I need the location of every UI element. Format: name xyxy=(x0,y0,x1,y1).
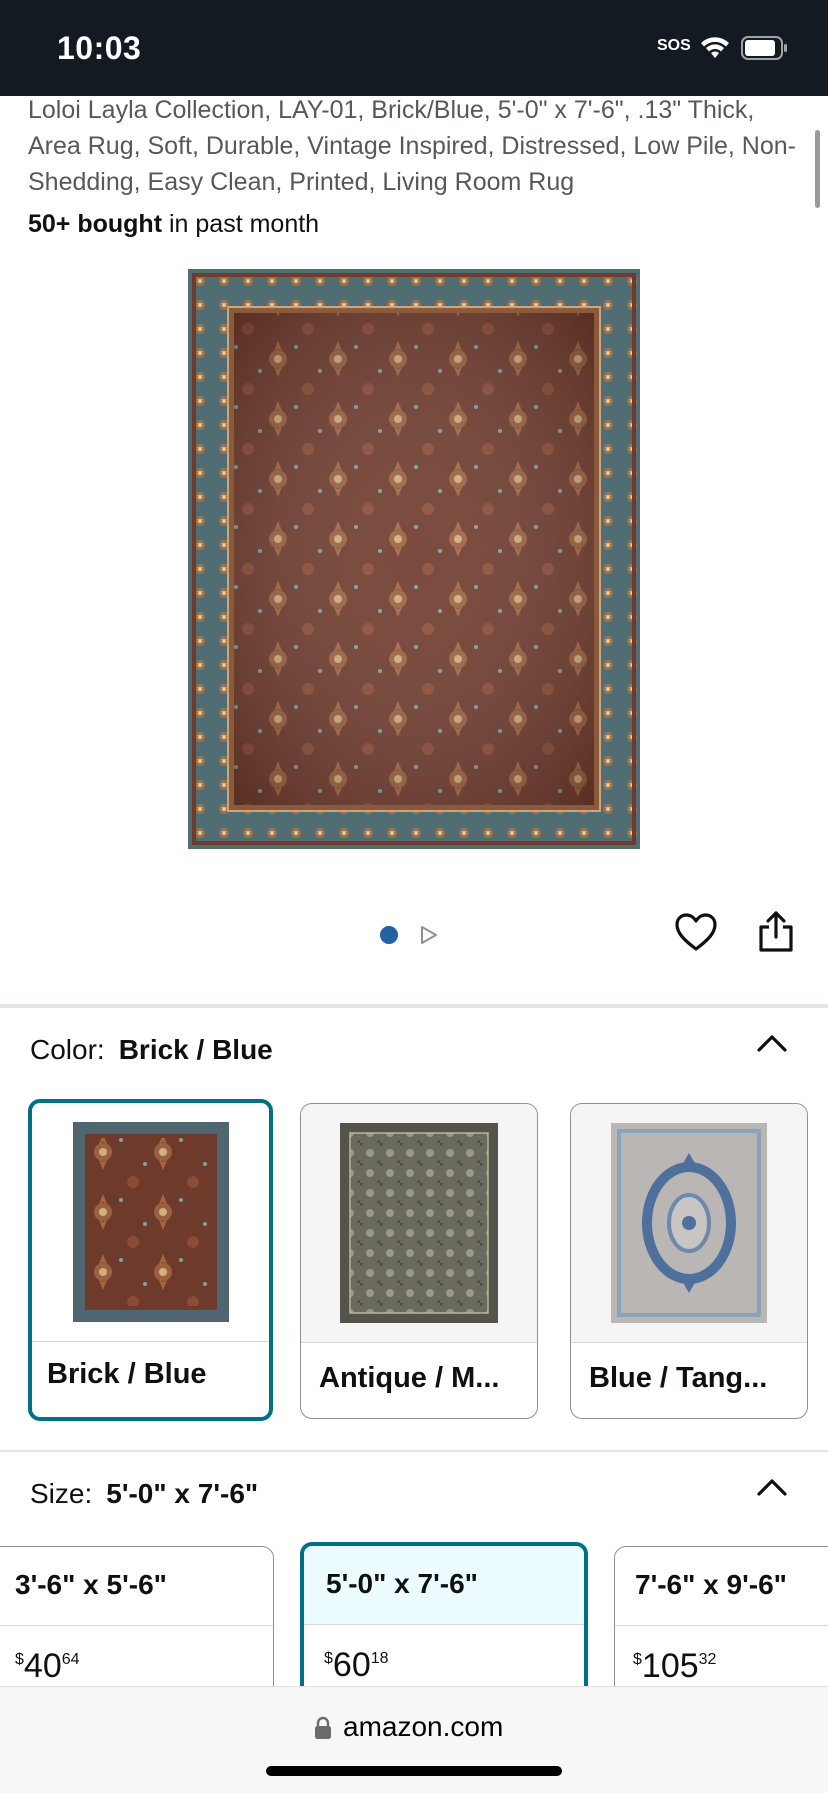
price-currency: $ xyxy=(324,1650,333,1667)
bought-count-bold: 50+ bought xyxy=(28,210,163,238)
carousel-dot-active[interactable] xyxy=(380,926,398,944)
size-option-separator xyxy=(304,1624,584,1625)
chevron-up-icon[interactable] xyxy=(756,1477,788,1502)
swatch-thumbnail xyxy=(301,1104,537,1342)
sos-indicator: SOS xyxy=(657,37,691,54)
scrollbar[interactable] xyxy=(815,130,820,208)
swatch-thumbnail xyxy=(571,1104,807,1342)
section-divider xyxy=(0,1450,828,1452)
price-fraction: 64 xyxy=(61,1651,80,1668)
size-option-separator xyxy=(615,1625,828,1626)
swatch-separator xyxy=(32,1341,269,1342)
wifi-icon xyxy=(700,36,730,65)
size-label: Size: xyxy=(30,1478,93,1509)
price-whole: 40 xyxy=(23,1647,62,1685)
chevron-up-icon[interactable] xyxy=(756,1033,788,1058)
size-option-separator xyxy=(0,1625,273,1626)
color-option-antique[interactable]: Antique / M... xyxy=(300,1103,538,1419)
swatch-separator xyxy=(301,1342,537,1343)
color-label: Color: xyxy=(30,1034,105,1065)
price-currency: $ xyxy=(633,1651,642,1668)
color-option-brick-blue[interactable]: Brick / Blue xyxy=(28,1099,273,1421)
lock-icon xyxy=(314,1716,332,1745)
product-image[interactable] xyxy=(188,269,640,849)
swatch-label: Blue / Tang... xyxy=(589,1362,768,1394)
price-whole: 60 xyxy=(332,1646,371,1684)
swatch-label: Antique / M... xyxy=(319,1362,500,1394)
video-play-icon[interactable] xyxy=(419,924,439,951)
size-selected-value: 5'-0" x 7'-6" xyxy=(106,1478,259,1509)
section-divider xyxy=(0,1004,828,1008)
status-bar: 10:03 SOS xyxy=(0,0,828,96)
swatch-separator xyxy=(571,1342,807,1343)
battery-icon xyxy=(741,36,789,65)
price-fraction: 18 xyxy=(370,1650,389,1667)
browser-address-bar[interactable]: amazon.com xyxy=(0,1686,828,1793)
price-fraction: 32 xyxy=(698,1651,717,1668)
price-whole: 105 xyxy=(641,1647,699,1685)
wishlist-heart-icon[interactable] xyxy=(674,912,718,957)
browser-url[interactable]: amazon.com xyxy=(343,1711,503,1743)
share-icon[interactable] xyxy=(758,911,794,958)
size-option-price: $4064 xyxy=(15,1647,80,1686)
status-time: 10:03 xyxy=(57,30,142,66)
color-selection-header: Color: Brick / Blue xyxy=(30,1034,273,1066)
bought-count: 50+ bought in past month xyxy=(28,210,319,239)
size-selection-header: Size: 5'-0" x 7'-6" xyxy=(30,1478,258,1510)
size-option-price: $6018 xyxy=(324,1646,389,1685)
price-currency: $ xyxy=(15,1651,24,1668)
color-option-blue-tangerine[interactable]: Blue / Tang... xyxy=(570,1103,808,1419)
home-indicator[interactable] xyxy=(266,1766,562,1776)
bought-count-rest: in past month xyxy=(162,210,320,238)
swatch-thumbnail xyxy=(32,1103,269,1341)
size-option-dimensions: 5'-0" x 7'-6" xyxy=(326,1568,478,1599)
size-option-price: $10532 xyxy=(633,1647,716,1686)
product-title: Loloi Layla Collection, LAY-01, Brick/Bl… xyxy=(28,96,796,196)
swatch-label: Brick / Blue xyxy=(47,1358,207,1390)
size-option-dimensions: 7'-6" x 9'-6" xyxy=(635,1569,787,1600)
size-option-dimensions: 3'-6" x 5'-6" xyxy=(15,1569,167,1600)
color-selected-value: Brick / Blue xyxy=(118,1034,273,1065)
